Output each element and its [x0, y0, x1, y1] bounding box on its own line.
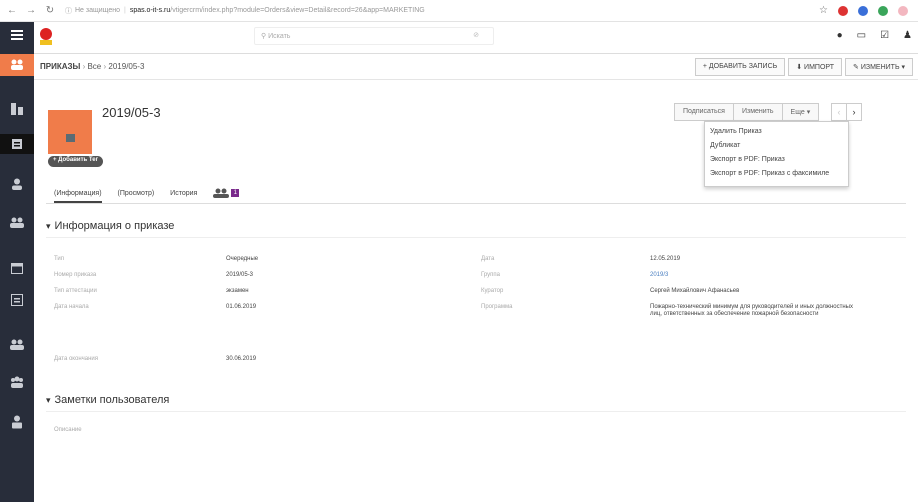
duplicate-item[interactable]: Дубликат [705, 140, 848, 154]
field-value-program: Пожарно-технический минимум для руководи… [650, 304, 853, 317]
star-icon[interactable]: ☆ [819, 5, 828, 16]
edit-button[interactable]: Изменить [732, 103, 783, 121]
module-actions: + ДОБАВИТЬ ЗАПИСЬ ⬇ ИМПОРТ ✎ ИЗМЕНИТЬ ▾ [692, 58, 913, 76]
extension-pink-icon[interactable] [898, 5, 908, 16]
breadcrumb: ПРИКАЗЫ › Все › 2019/05-3 [40, 62, 145, 71]
marketing-app-icon[interactable] [0, 54, 34, 76]
field-value-attestation-type: экзамен [226, 288, 249, 294]
insecure-label: Не защищено [75, 7, 120, 14]
team-icon[interactable] [0, 372, 34, 392]
top-header: ⚲ Искать ⊘ ● ▭ ☑ ♟ [34, 22, 918, 54]
record-detail: 2019/05-3 + Добавить Тег Подписаться Изм… [34, 80, 918, 502]
extensions: ☆ [819, 5, 908, 16]
record-actions: Подписаться Изменить Еще ▾ [674, 103, 820, 121]
field-label-description: Описание [54, 427, 82, 433]
collapse-icon[interactable]: ▾ [46, 221, 51, 231]
clear-search-icon[interactable]: ⊘ [473, 31, 479, 39]
tab-related[interactable]: 1 [213, 188, 240, 203]
app-sidebar [0, 22, 34, 502]
field-label-attestation-type: Тип аттестации [54, 288, 97, 294]
field-label-type: Тип [54, 256, 65, 262]
field-value-type: Очередные [226, 256, 259, 262]
tasks-icon[interactable]: ☑ [880, 30, 889, 41]
header-icons: ● ▭ ☑ ♟ [837, 30, 912, 41]
record-navigation: ‹ › [831, 103, 862, 121]
menu-icon[interactable] [0, 25, 34, 45]
contact-icon[interactable] [0, 174, 34, 194]
forward-icon[interactable]: → [24, 5, 38, 16]
users-icon[interactable] [0, 334, 34, 354]
more-dropdown: Удалить Приказ Дубликат Экспорт в PDF: П… [704, 121, 849, 187]
tab-info[interactable]: (Информация) [54, 185, 102, 203]
tab-history[interactable]: История [170, 185, 197, 203]
user-icon[interactable]: ♟ [903, 30, 912, 41]
calendar-icon[interactable] [0, 258, 34, 278]
field-value-order-number: 2019/05-3 [226, 272, 254, 278]
breadcrumb-list[interactable]: Все [87, 62, 101, 71]
back-icon[interactable]: ← [5, 5, 19, 16]
extension-blue-icon[interactable] [858, 5, 868, 16]
delete-order-item[interactable]: Удалить Приказ [705, 126, 848, 140]
tab-badge: 1 [231, 189, 240, 197]
collapse-notes-icon[interactable]: ▾ [46, 395, 51, 405]
field-label-curator: Куратор [481, 288, 504, 294]
field-label-start-date: Дата начала [54, 304, 89, 310]
record-image [48, 110, 92, 154]
people-icon [213, 188, 230, 198]
import-button[interactable]: ⬇ ИМПОРТ [788, 58, 843, 76]
add-record-button[interactable]: + ДОБАВИТЬ ЗАПИСЬ [694, 58, 786, 76]
field-label-group: Группа [481, 272, 501, 278]
notes-section-header[interactable]: ▾ Заметки пользователя [46, 390, 906, 412]
list-icon[interactable] [0, 290, 34, 310]
info-section-title: Информация о приказе [54, 220, 175, 232]
extension-green-icon[interactable] [878, 5, 888, 16]
reload-icon[interactable]: ↻ [43, 5, 57, 16]
field-value-start-date: 01.06.2019 [226, 304, 257, 310]
url-host: spas.o-it-s.ru [129, 7, 171, 14]
employee-icon[interactable] [0, 412, 34, 432]
extension-red-icon[interactable] [838, 5, 848, 16]
field-value-date: 12.05.2019 [650, 256, 681, 262]
export-pdf-facsimile-item[interactable]: Экспорт в PDF: Приказ с факсимиле [705, 168, 848, 182]
logo[interactable] [38, 27, 54, 47]
tab-view[interactable]: (Просмотр) [118, 185, 155, 203]
record-title: 2019/05-3 [102, 105, 161, 120]
address-bar[interactable]: ⓘ Не защищено | spas.o-it-s.ru /vtigercr… [65, 6, 625, 16]
plus-circle-icon[interactable]: ● [837, 30, 843, 41]
orders-icon[interactable] [0, 134, 34, 154]
dashboard-icon[interactable] [0, 99, 34, 119]
field-value-end-date: 30.06.2019 [226, 356, 257, 362]
field-label-program: Программа [481, 304, 513, 310]
field-label-order-number: Номер приказа [54, 272, 97, 278]
group-icon[interactable] [0, 212, 34, 232]
field-value-group[interactable]: 2019/3 [650, 272, 668, 278]
add-tag-button[interactable]: + Добавить Тег [48, 156, 104, 167]
search-input[interactable]: ⚲ Искать ⊘ [254, 27, 494, 45]
notes-section-title: Заметки пользователя [54, 394, 170, 406]
export-pdf-item[interactable]: Экспорт в PDF: Приказ [705, 154, 848, 168]
breadcrumb-module[interactable]: ПРИКАЗЫ [40, 62, 80, 71]
field-label-end-date: Дата окончания [54, 356, 99, 362]
field-value-curator: Сергей Михайлович Афанасьев [650, 288, 740, 294]
next-record-button[interactable]: › [846, 103, 862, 121]
breadcrumb-record: 2019/05-3 [108, 62, 145, 71]
info-icon: ⓘ [65, 7, 72, 15]
more-button[interactable]: Еще ▾ [781, 103, 820, 121]
edit-menu-button[interactable]: ✎ ИЗМЕНИТЬ ▾ [845, 58, 913, 76]
subscribe-button[interactable]: Подписаться [674, 103, 734, 121]
browser-toolbar: ← → ↻ ⓘ Не защищено | spas.o-it-s.ru /vt… [0, 0, 918, 22]
url-path: /vtigercrm/index.php?module=Orders&view=… [170, 7, 425, 14]
prev-record-button[interactable]: ‹ [831, 103, 847, 121]
module-bar: ПРИКАЗЫ › Все › 2019/05-3 + ДОБАВИТЬ ЗАП… [34, 54, 918, 80]
info-section-header[interactable]: ▾ Информация о приказе [46, 216, 906, 238]
calendar-top-icon[interactable]: ▭ [857, 30, 866, 41]
field-label-date: Дата [481, 256, 495, 262]
